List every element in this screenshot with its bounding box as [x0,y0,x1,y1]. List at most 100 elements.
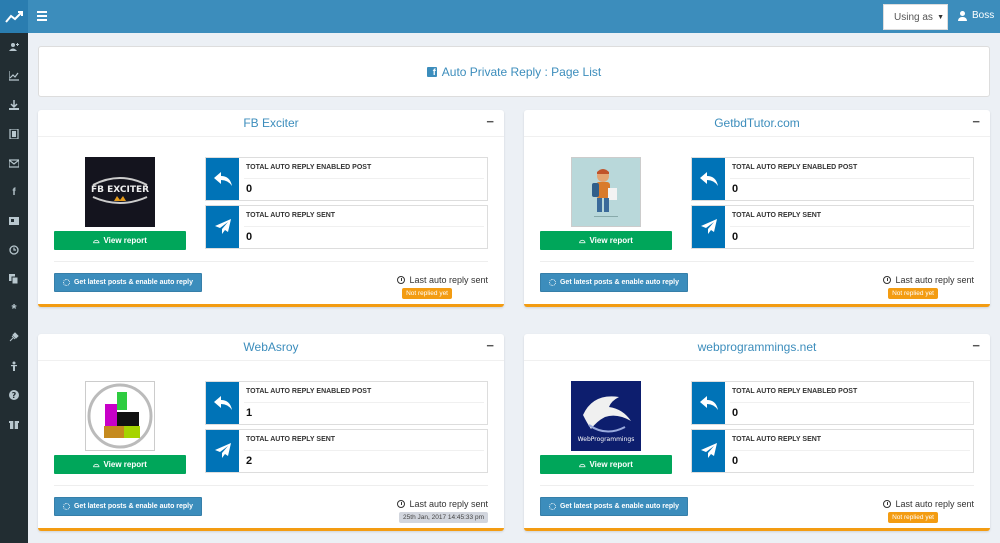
page-title: Auto Private Reply : Page List [441,64,602,79]
logo-text: FB EXCITER [91,185,149,195]
page-logo: WebProgrammings [571,381,641,451]
reply-sent-value: 0 [246,231,253,243]
page-name: webprogrammings.net [697,340,817,354]
question-icon[interactable]: ? [0,384,28,406]
brand-logo[interactable] [0,0,28,33]
get-latest-posts-button[interactable]: Get latest posts & enable auto reply [540,273,688,292]
view-report-button[interactable]: ⌓ View report [54,455,186,474]
page-card: FB Exciter − FB EXCITER ⌓ View report TO… [38,110,504,307]
logo-text: WebProgrammings [578,436,635,443]
page-logo [571,157,641,227]
enabled-post-value: 0 [732,407,739,419]
clock-icon [397,500,406,508]
enabled-post-label: TOTAL AUTO REPLY ENABLED POST [246,388,372,395]
page-card: GetbdTutor.com − ⌓ View report TOTAL AUT… [524,110,990,307]
spinner-icon [548,279,556,286]
clock-icon [883,500,892,508]
binoculars-icon: ⌓ [579,459,586,469]
reply-sent-label: TOTAL AUTO REPLY SENT [246,436,336,443]
reply-icon [692,382,725,424]
spinner-icon [548,503,556,510]
status-badge: Not replied yet [888,512,938,523]
get-latest-posts-label: Get latest posts & enable auto reply [559,503,680,510]
reply-sent-value: 2 [246,455,253,467]
download-icon[interactable] [0,94,28,116]
card-header: WebAsroy − [38,334,504,361]
card-header: FB Exciter − [38,110,504,137]
collapse-icon[interactable]: − [972,114,980,129]
get-latest-posts-label: Get latest posts & enable auto reply [73,279,194,286]
page-title-box: f Auto Private Reply : Page List [38,46,990,97]
clock-icon[interactable] [0,239,28,261]
binoculars-icon: ⌓ [93,459,100,469]
svg-text:?: ? [12,391,17,400]
last-reply-date-badge: 25th Jan, 2017 14:45:33 pm [399,512,488,523]
facebook-icon[interactable]: f [0,181,28,203]
reply-icon [206,382,239,424]
get-latest-posts-button[interactable]: Get latest posts & enable auto reply [540,497,688,516]
sidebar-toggle-icon[interactable] [37,11,47,21]
enabled-post-stat: TOTAL AUTO REPLY ENABLED POST 0 [691,381,974,425]
enabled-post-value: 0 [732,183,739,195]
page-card: webprogrammings.net − WebProgrammings ⌓ … [524,334,990,531]
enabled-post-label: TOTAL AUTO REPLY ENABLED POST [246,164,372,171]
view-report-button[interactable]: ⌓ View report [54,231,186,250]
page-logo: FB EXCITER [85,157,155,227]
envelope-icon[interactable] [0,152,28,174]
view-report-label: View report [589,236,633,245]
id-card-icon[interactable] [0,210,28,232]
caret-down-icon: ▼ [937,14,944,21]
child-icon[interactable] [0,355,28,377]
using-as-label: Using as [894,11,933,23]
sidebar: f * ? [0,33,28,543]
using-as-select[interactable]: Using as ▼ [883,4,948,30]
line-chart-icon[interactable] [0,65,28,87]
page-card: WebAsroy − ⌓ View report TOTAL AUTO REPL… [38,334,504,531]
paper-plane-icon [692,206,725,248]
get-latest-posts-label: Get latest posts & enable auto reply [73,503,194,510]
view-report-label: View report [589,460,633,469]
gift-icon[interactable] [0,413,28,435]
plug-icon[interactable] [0,326,28,348]
view-report-label: View report [103,236,147,245]
last-reply-sent: Last auto reply sent [397,275,488,285]
enabled-post-label: TOTAL AUTO REPLY ENABLED POST [732,164,858,171]
asterisk-icon[interactable]: * [0,297,28,319]
page-logo [85,381,155,451]
page-name: GetbdTutor.com [714,116,800,130]
paper-plane-icon [206,206,239,248]
view-report-button[interactable]: ⌓ View report [540,231,672,250]
get-latest-posts-label: Get latest posts & enable auto reply [559,279,680,286]
reply-sent-value: 0 [732,455,739,467]
last-reply-sent: Last auto reply sent [883,275,974,285]
get-latest-posts-button[interactable]: Get latest posts & enable auto reply [54,273,202,292]
enabled-post-value: 0 [246,183,253,195]
status-badge: Not replied yet [888,288,938,299]
collapse-icon[interactable]: − [972,338,980,353]
spinner-icon [62,279,70,286]
reply-sent-stat: TOTAL AUTO REPLY SENT 0 [691,205,974,249]
film-icon[interactable] [0,123,28,145]
card-header: webprogrammings.net − [524,334,990,361]
collapse-icon[interactable]: − [486,338,494,353]
spinner-icon [62,503,70,510]
collapse-icon[interactable]: − [486,114,494,129]
trend-chart-icon [5,10,23,23]
facebook-square-icon: f [426,66,437,77]
view-report-button[interactable]: ⌓ View report [540,455,672,474]
reply-icon [692,158,725,200]
last-reply-sent: Last auto reply sent [397,499,488,509]
clock-icon [397,276,406,284]
enabled-post-value: 1 [246,407,253,419]
status-badge: Not replied yet [402,288,452,299]
reply-sent-value: 0 [732,231,739,243]
last-reply-label: Last auto reply sent [895,275,974,285]
get-latest-posts-button[interactable]: Get latest posts & enable auto reply [54,497,202,516]
card-header: GetbdTutor.com − [524,110,990,137]
copy-icon[interactable] [0,268,28,290]
user-menu[interactable]: Boss [958,10,994,21]
enabled-post-stat: TOTAL AUTO REPLY ENABLED POST 1 [205,381,488,425]
reply-sent-label: TOTAL AUTO REPLY SENT [246,212,336,219]
clock-icon [883,276,892,284]
add-user-icon[interactable] [0,36,28,58]
